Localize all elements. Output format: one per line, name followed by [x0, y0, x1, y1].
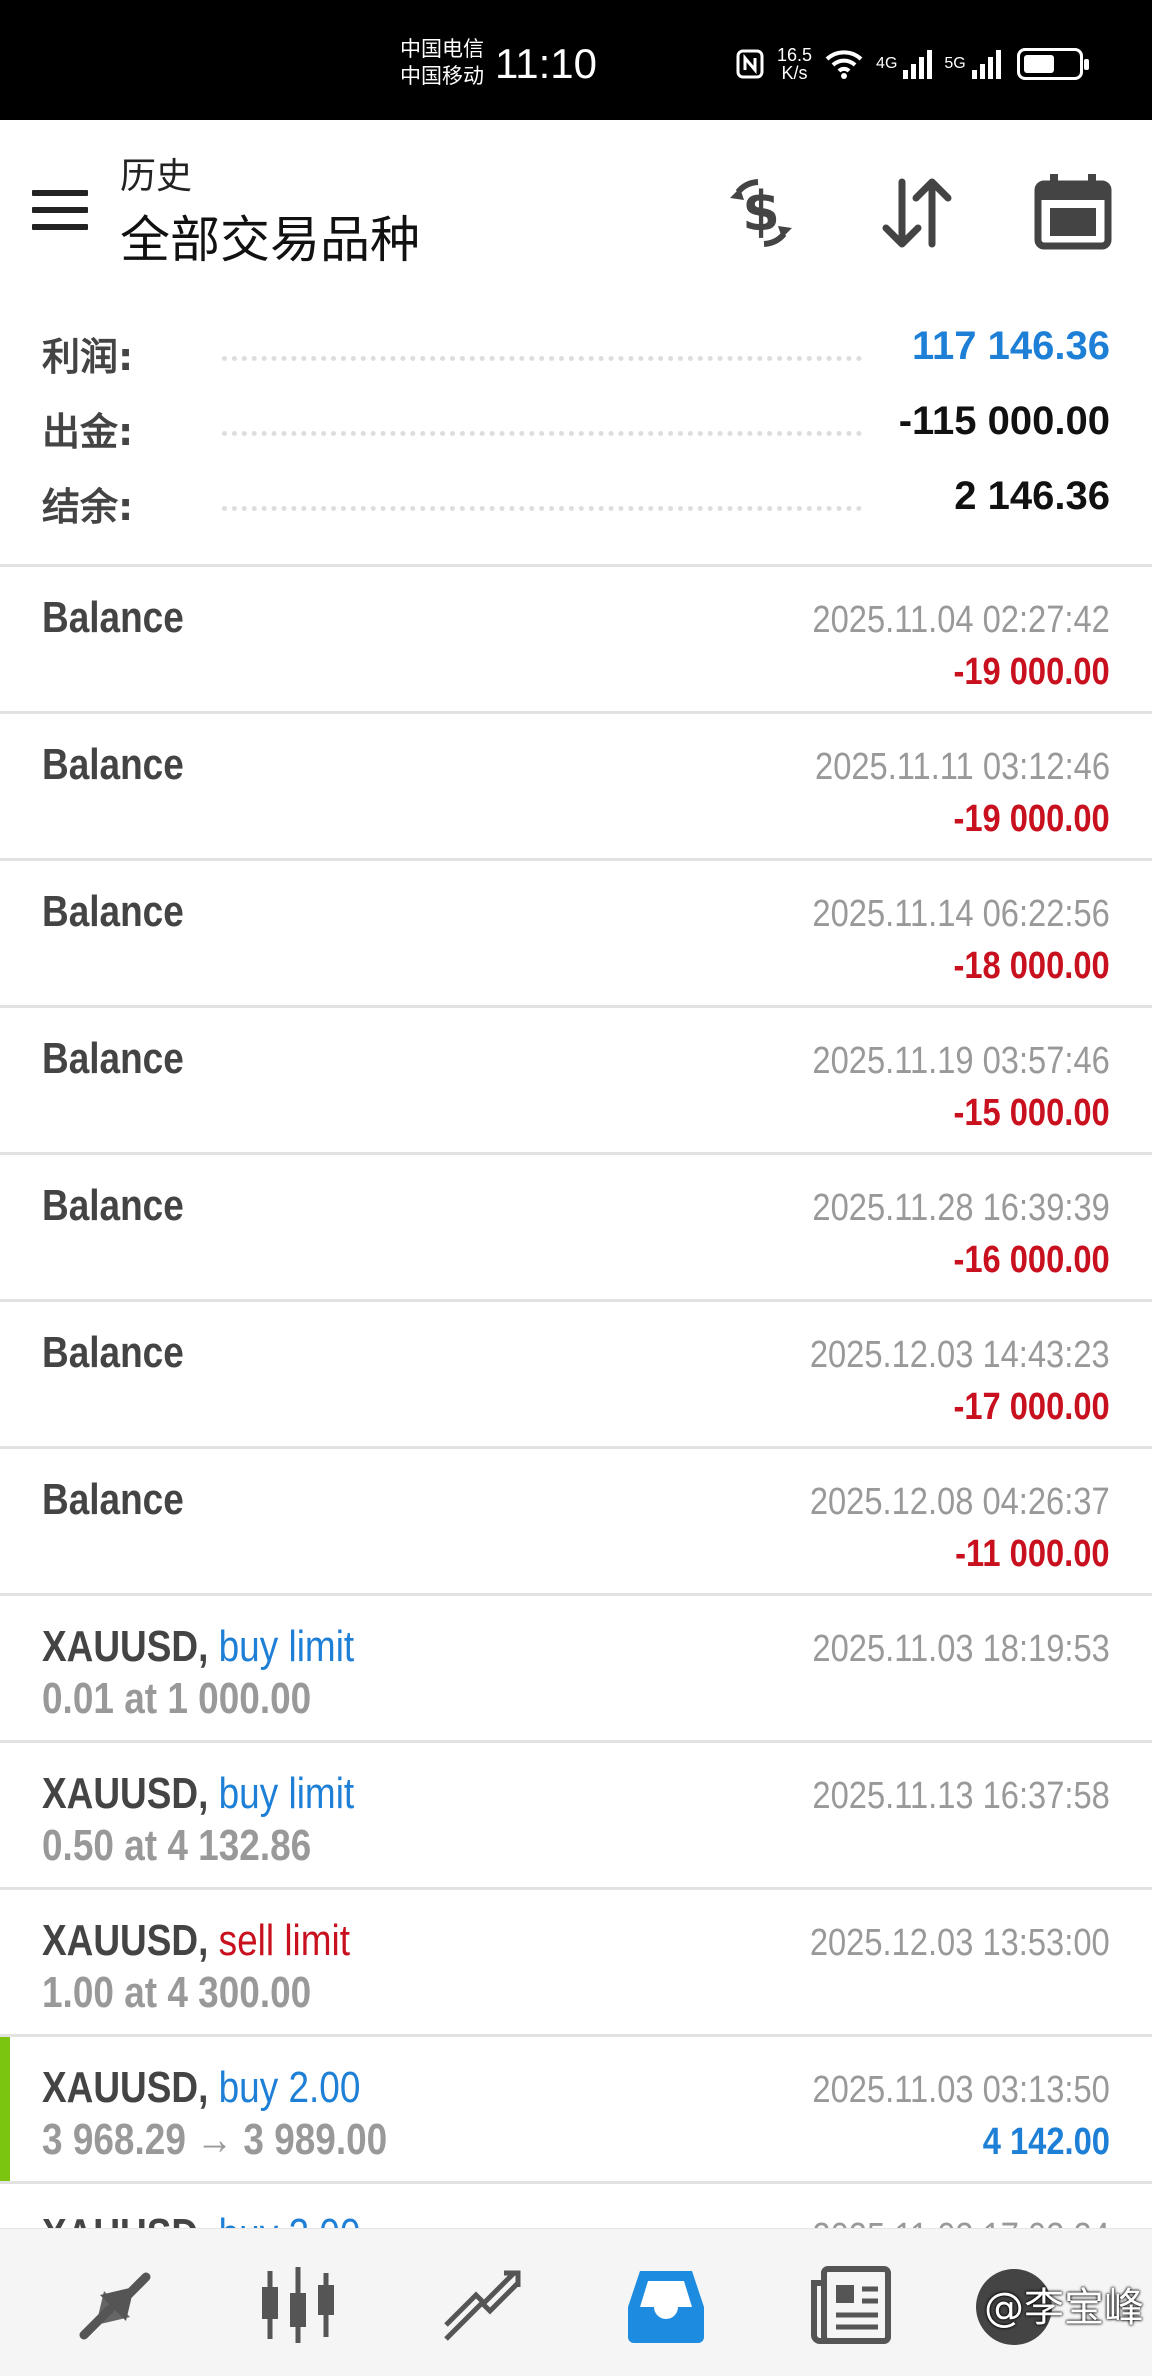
row-order-type: buy 2.00 [218, 2063, 361, 2112]
row-title: XAUUSD, buy 2.00 [42, 2063, 360, 2113]
wifi-icon [825, 50, 863, 79]
balance-row-item[interactable]: Balance 2025.11.04 02:27:42 -19 000.00 [0, 567, 1152, 714]
row-title: XAUUSD, buy limit [42, 1622, 354, 1672]
profit-value: 117 146.36 [912, 324, 1110, 368]
currency-exchange-icon[interactable]: $ [716, 168, 806, 258]
row-time: 2025.11.04 02:27:42 [812, 599, 1110, 641]
network-type-2: 5G [944, 55, 966, 72]
withdraw-label: 出金: [42, 410, 134, 454]
row-order-type: buy limit [218, 1769, 355, 1818]
balance-value: 2 146.36 [954, 474, 1110, 518]
news-icon[interactable] [806, 2259, 898, 2351]
row-amount: -15 000.00 [953, 1092, 1110, 1134]
row-time: 2025.11.11 03:12:46 [814, 746, 1110, 788]
row-time: 2025.11.14 06:22:56 [812, 893, 1110, 935]
carrier-info: 中国电信 中国移动 [400, 36, 484, 90]
status-bar: 中国电信 中国移动 11:10 16.5 K/s 4G 5G [0, 0, 1152, 120]
svg-text:$: $ [742, 180, 780, 243]
row-time: 2025.12.03 13:53:00 [810, 1922, 1110, 1964]
row-title: Balance [42, 1475, 184, 1524]
history-list[interactable]: Balance 2025.11.04 02:27:42 -19 000.00 B… [0, 564, 1152, 2331]
watermark-text: @李宝峰 [984, 2285, 1144, 2331]
row-symbol: XAUUSD, [42, 1769, 209, 1818]
header-title[interactable]: 全部交易品种 [120, 200, 420, 272]
row-amount: -17 000.00 [953, 1386, 1110, 1428]
row-title: Balance [42, 593, 184, 642]
quotes-icon[interactable] [70, 2259, 162, 2351]
status-icons: 16.5 K/s 4G 5G [735, 46, 1089, 82]
row-amount: -19 000.00 [953, 651, 1110, 693]
dotted-leader [222, 356, 862, 361]
row-time: 2025.11.13 16:37:58 [812, 1775, 1110, 1817]
app-screen: 中国电信 中国移动 11:10 16.5 K/s 4G 5G 历史 全部交易品种… [0, 0, 1152, 2376]
row-order-type: buy limit [218, 1622, 355, 1671]
row-symbol: XAUUSD, [42, 2063, 209, 2112]
row-title: Balance [42, 1034, 184, 1083]
history-icon[interactable] [620, 2259, 712, 2351]
row-amount: -18 000.00 [953, 945, 1110, 987]
withdraw-value: -115 000.00 [898, 399, 1110, 443]
balance-row-item[interactable]: Balance 2025.11.11 03:12:46 -19 000.00 [0, 714, 1152, 861]
net-speed-unit: K/s [781, 63, 808, 83]
profit-label: 利润: [42, 335, 134, 379]
order-row-item[interactable]: XAUUSD, buy limit 0.01 at 1 000.00 2025.… [0, 1596, 1152, 1743]
carrier-1: 中国电信 [400, 37, 484, 61]
balance-row-item[interactable]: Balance 2025.12.08 04:26:37 -11 000.00 [0, 1449, 1152, 1596]
row-title: Balance [42, 1181, 184, 1230]
row-time: 2025.12.03 14:43:23 [810, 1334, 1110, 1376]
row-time: 2025.11.03 18:19:53 [812, 1628, 1110, 1670]
row-amount: -16 000.00 [953, 1239, 1110, 1281]
order-row-item[interactable]: XAUUSD, buy limit 0.50 at 4 132.86 2025.… [0, 1743, 1152, 1890]
deal-row-item[interactable]: XAUUSD, buy 2.00 3 968.29 → 3 989.00 202… [0, 2037, 1152, 2184]
row-time: 2025.12.08 04:26:37 [810, 1481, 1110, 1523]
battery-icon [1016, 48, 1089, 80]
bottom-navigation: @李宝峰 [0, 2228, 1152, 2376]
row-title: Balance [42, 740, 184, 789]
profit-marker [0, 2037, 10, 2181]
dotted-leader [222, 431, 862, 436]
carrier-2: 中国移动 [400, 64, 484, 88]
profit-row: 利润: 117 146.36 [0, 320, 1152, 380]
balance-label: 结余: [42, 485, 134, 529]
row-order-type: sell limit [218, 1916, 351, 1965]
status-clock: 11:10 [495, 40, 597, 87]
row-detail: 0.01 at 1 000.00 [42, 1674, 312, 1723]
balance-row-item[interactable]: Balance 2025.11.28 16:39:39 -16 000.00 [0, 1155, 1152, 1302]
row-time: 2025.11.19 03:57:46 [812, 1040, 1110, 1082]
row-time: 2025.11.03 03:13:50 [812, 2069, 1110, 2111]
row-title: XAUUSD, buy limit [42, 1769, 354, 1819]
row-amount: -11 000.00 [955, 1533, 1110, 1575]
balance-row-item[interactable]: Balance 2025.11.19 03:57:46 -15 000.00 [0, 1008, 1152, 1155]
calendar-icon[interactable] [1028, 168, 1118, 258]
nfc-icon [736, 49, 764, 79]
row-amount: -19 000.00 [953, 798, 1110, 840]
sort-icon[interactable] [872, 168, 962, 258]
balance-row-item[interactable]: Balance 2025.11.14 06:22:56 -18 000.00 [0, 861, 1152, 1008]
row-title: XAUUSD, sell limit [42, 1916, 350, 1966]
balance-row: 结余: 2 146.36 [0, 470, 1152, 530]
header-subtitle: 历史 [120, 156, 193, 197]
app-header: 历史 全部交易品种 $ [0, 120, 1152, 280]
row-amount: 4 142.00 [982, 2121, 1110, 2163]
net-speed-value: 16.5 [777, 45, 813, 65]
row-symbol: XAUUSD, [42, 1622, 209, 1671]
trade-icon[interactable] [436, 2259, 528, 2351]
row-title: Balance [42, 1328, 184, 1377]
signal-2-icon [971, 49, 1001, 79]
row-detail: 1.00 at 4 300.00 [42, 1968, 312, 2017]
signal-1-icon [903, 49, 933, 79]
balance-row-item[interactable]: Balance 2025.12.03 14:43:23 -17 000.00 [0, 1302, 1152, 1449]
row-detail: 0.50 at 4 132.86 [42, 1821, 312, 1870]
withdraw-row: 出金: -115 000.00 [0, 395, 1152, 455]
dotted-leader [222, 506, 862, 511]
menu-icon[interactable] [32, 190, 88, 230]
row-title: Balance [42, 887, 184, 936]
chart-icon[interactable] [252, 2259, 344, 2351]
row-time: 2025.11.28 16:39:39 [812, 1187, 1110, 1229]
row-symbol: XAUUSD, [42, 1916, 209, 1965]
row-detail: 3 968.29 → 3 989.00 [42, 2115, 388, 2164]
order-row-item[interactable]: XAUUSD, sell limit 1.00 at 4 300.00 2025… [0, 1890, 1152, 2037]
network-type-1: 4G [876, 55, 898, 72]
net-speed: 16.5 K/s [777, 46, 812, 82]
